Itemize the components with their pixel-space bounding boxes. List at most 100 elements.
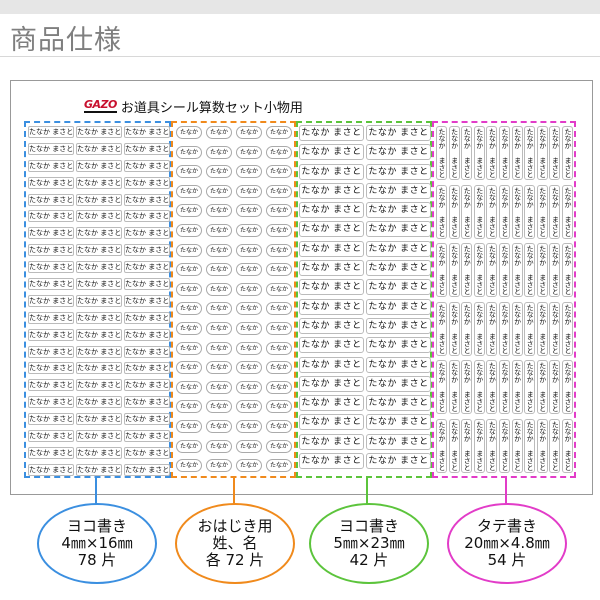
round-label: たなか (176, 126, 202, 139)
name-label: たなか まさと (366, 414, 431, 431)
vertical-label: たなか まさと (461, 126, 473, 180)
round-label: たなか (206, 380, 232, 394)
name-label: たなか まさと (299, 298, 364, 315)
callout-horizontal-large: ヨコ書き 5㎜×23㎜ 42 片 (309, 503, 429, 584)
round-label: たなか (206, 223, 232, 237)
vertical-label: たなか まさと (536, 301, 548, 356)
round-label: たなか (206, 263, 232, 277)
name-label: たなか まさと (124, 311, 170, 324)
round-label: たなか (236, 459, 262, 473)
vertical-label: たなか まさと (436, 360, 447, 414)
round-label: たなか (236, 184, 262, 198)
name-label: たなか まさと (76, 413, 122, 426)
callout-round: おはじき用 姓、名 各 72 片 (175, 503, 295, 584)
round-label: たなか (236, 419, 262, 433)
name-label: たなか まさと (76, 278, 122, 291)
round-label: たなか (266, 380, 292, 394)
round-label: たなか (176, 361, 202, 375)
callout-line: ヨコ書き (66, 517, 127, 535)
name-label: たなか まさと (124, 142, 170, 155)
name-label: たなか まさと (299, 240, 364, 257)
callout-line: ヨコ書き (338, 517, 399, 535)
name-label: たなか まさと (299, 433, 364, 450)
name-label: たなか まさと (366, 240, 431, 257)
name-label: たなか まさと (366, 395, 431, 412)
vertical-label: たなか まさと (448, 184, 460, 239)
vertical-label: たなか まさと (436, 184, 447, 239)
round-label: たなか (266, 204, 292, 218)
name-label: たなか まさと (28, 446, 74, 459)
name-label: たなか まさと (299, 182, 364, 199)
name-label: たなか まさと (76, 311, 122, 324)
name-label: たなか まさと (76, 227, 122, 240)
name-label: たなか まさと (299, 144, 364, 161)
vertical-label: たなか まさと (486, 243, 498, 297)
vertical-label: たなか まさと (461, 418, 473, 473)
name-label: たなか まさと (299, 395, 364, 412)
round-label: たなか (266, 439, 292, 453)
name-label: たなか まさと (299, 260, 364, 277)
vertical-label: たなか まさと (549, 126, 561, 180)
round-label: たなか (206, 321, 232, 335)
round-label: たなか (266, 282, 292, 296)
round-label: たなか (176, 184, 202, 198)
round-label: たなか (266, 400, 292, 414)
name-label: たなか まさと (28, 244, 74, 257)
round-label: たなか (176, 439, 202, 453)
vertical-label: たなか まさと (473, 360, 485, 414)
name-label: たなか まさと (124, 379, 170, 392)
round-label: たなか (206, 184, 232, 198)
name-label: たなか まさと (28, 176, 74, 189)
round-label: たなか (176, 282, 202, 296)
round-label: たなか (206, 341, 232, 355)
name-label: たなか まさと (28, 159, 74, 172)
callout-line: 姓、名 (212, 534, 258, 552)
name-label: たなか まさと (28, 430, 74, 443)
name-label: たなか まさと (124, 176, 170, 189)
name-label: たなか まさと (76, 159, 122, 172)
vertical-label: たなか まさと (473, 184, 485, 239)
vertical-label: たなか まさと (436, 126, 447, 180)
vertical-label: たなか まさと (549, 360, 561, 414)
name-label: たなか まさと (124, 278, 170, 291)
vertical-label: たなか まさと (511, 243, 523, 297)
name-label: たなか まさと (366, 125, 431, 141)
label-grid-horizontal-large: たなか まさと たなか まさと たなか まさと たなか まさと たなか まさと たなか ま… (299, 124, 431, 471)
name-label: たなか まさと (76, 379, 122, 392)
brand-logo: GAZO (84, 98, 117, 113)
round-label: たなか (266, 361, 292, 375)
name-label: たなか まさと (124, 244, 170, 257)
name-label: たなか まさと (28, 379, 74, 392)
name-label: たなか まさと (366, 453, 431, 470)
round-label: たなか (176, 145, 202, 159)
name-label: たなか まさと (76, 126, 122, 138)
name-label: たなか まさと (299, 163, 364, 180)
vertical-label: たなか まさと (448, 301, 460, 356)
name-label: たなか まさと (366, 163, 431, 180)
vertical-label: たなか まさと (498, 126, 510, 180)
round-label: たなか (236, 263, 262, 277)
vertical-label: たなか まさと (511, 360, 523, 414)
round-label: たなか (236, 126, 262, 139)
vertical-label: たなか まさと (486, 301, 498, 356)
name-label: たなか まさと (124, 362, 170, 375)
label-grid-horizontal-small: たなか まさと たなか まさと たなか まさと たなか まさと たなか まさと たなか ま… (28, 124, 170, 479)
vertical-label: たなか まさと (524, 184, 536, 239)
round-label: たなか (176, 243, 202, 257)
name-label: たなか まさと (299, 414, 364, 431)
name-label: たなか まさと (28, 210, 74, 223)
name-label: たなか まさと (76, 210, 122, 223)
name-label: たなか まさと (28, 227, 74, 240)
vertical-label: たなか まさと (524, 418, 536, 473)
name-label: たなか まさと (76, 261, 122, 274)
name-label: たなか まさと (124, 446, 170, 459)
name-label: たなか まさと (124, 328, 170, 341)
sheet-title: お道具シール算数セット小物用 (120, 101, 303, 116)
name-label: たなか まさと (76, 244, 122, 257)
round-label: たなか (266, 419, 292, 433)
name-label: たなか まさと (299, 337, 364, 354)
name-label: たなか まさと (124, 227, 170, 240)
callout-line: 5㎜×23㎜ (333, 534, 405, 552)
name-label: たなか まさと (299, 375, 364, 392)
vertical-label: たなか まさと (549, 243, 561, 297)
